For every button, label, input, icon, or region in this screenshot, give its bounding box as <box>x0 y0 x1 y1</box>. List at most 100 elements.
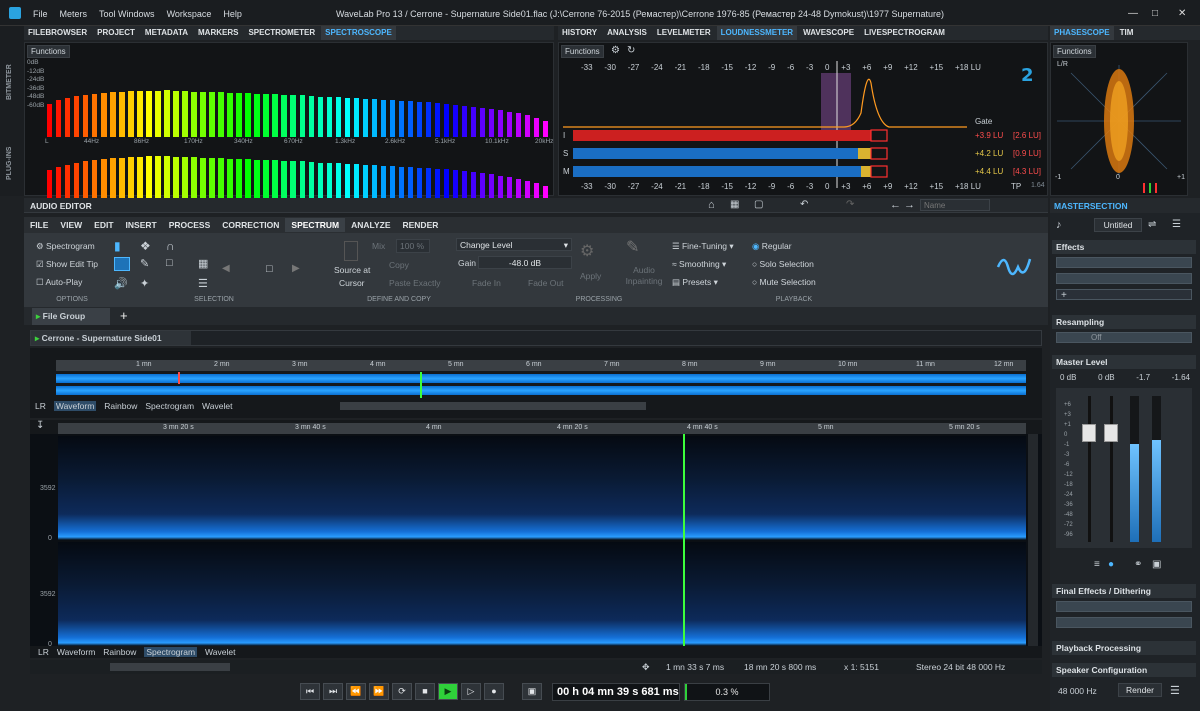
prev-icon[interactable]: ◀ <box>222 263 230 274</box>
file-tab[interactable]: ▸ Cerrone - Supernature Side01 <box>31 331 191 345</box>
redo-icon[interactable]: ↷ <box>846 199 854 210</box>
rainbow-mode[interactable]: Rainbow <box>103 647 136 657</box>
effect-slot-1[interactable] <box>1056 257 1192 268</box>
menu-workspace[interactable]: Workspace <box>167 9 212 19</box>
ribbon-tab-spectrum[interactable]: SPECTRUM <box>285 218 346 232</box>
next-icon[interactable]: ▶ <box>292 263 300 274</box>
close-icon[interactable]: ✕ <box>1178 8 1186 19</box>
go-to-start-button[interactable]: ⏮ <box>300 683 320 700</box>
presets-button[interactable]: ▤ Presets ▾ <box>672 277 718 288</box>
master-level-header[interactable]: Master Level <box>1052 355 1196 369</box>
fine-tuning-button[interactable]: ☰ Fine-Tuning ▾ <box>672 241 734 252</box>
link-icon[interactable]: ≡ <box>1094 559 1100 570</box>
cursor-label[interactable]: Cursor <box>339 278 365 288</box>
resampling-header[interactable]: Resampling <box>1052 315 1196 329</box>
audio-format[interactable]: Stereo 24 bit 48 000 Hz <box>916 662 1005 672</box>
forward-arrow-icon[interactable]: → <box>904 199 915 211</box>
plugins-tab[interactable]: PLUG-INS <box>6 110 18 180</box>
spectrogram-mode[interactable]: Spectrogram <box>144 647 198 657</box>
effect-slot-2[interactable] <box>1056 273 1192 284</box>
gain-field[interactable]: -48.0 dB <box>478 256 572 269</box>
final-effects-header[interactable]: Final Effects / Dithering <box>1052 584 1196 598</box>
menu-file[interactable]: File <box>33 9 48 19</box>
lr-toggle[interactable]: LR <box>35 401 46 411</box>
render-options-icon[interactable]: ☰ <box>1170 684 1180 697</box>
tab-levelmeter[interactable]: LEVELMETER <box>653 26 715 40</box>
render-button[interactable]: Render <box>1118 683 1162 697</box>
monitor-button[interactable]: ▣ <box>522 683 542 700</box>
menu-icon[interactable]: ☰ <box>1172 219 1181 230</box>
cursor-tool-icon[interactable]: ↧ <box>36 420 44 431</box>
apply-button[interactable]: Apply <box>580 271 601 281</box>
paste-exactly-button[interactable]: Paste Exactly <box>389 278 441 288</box>
effects-header[interactable]: Effects <box>1052 240 1196 254</box>
tab-markers[interactable]: MARKERS <box>194 26 242 40</box>
process-dropdown[interactable]: Change Level ▾ <box>456 238 572 251</box>
tab-project[interactable]: PROJECT <box>93 26 139 40</box>
maximize-icon[interactable]: □ <box>1152 8 1158 19</box>
playback-processing-header[interactable]: Playback Processing <box>1052 641 1196 655</box>
tab-spectrometer[interactable]: SPECTROMETER <box>244 26 319 40</box>
dither-icon[interactable]: ● <box>1108 559 1114 570</box>
lr-toggle[interactable]: LR <box>38 647 49 657</box>
menu-tool-windows[interactable]: Tool Windows <box>99 9 155 19</box>
overview-scrollbar[interactable] <box>340 402 646 410</box>
play-alt-button[interactable]: ▷ <box>461 683 481 700</box>
fade-in-button[interactable]: Fade In <box>472 278 501 288</box>
source-at-label[interactable]: Source at <box>334 265 370 275</box>
sample-rate[interactable]: 48 000 Hz <box>1058 686 1097 696</box>
ribbon-tab-insert[interactable]: INSERT <box>120 218 163 232</box>
fader-handle-right[interactable] <box>1104 424 1118 442</box>
solo-selection-radio[interactable]: ○ Solo Selection <box>752 259 814 269</box>
wand-icon[interactable]: ✦ <box>140 277 149 290</box>
speaker-config-header[interactable]: Speaker Configuration <box>1052 663 1196 677</box>
frame-icon[interactable]: □ <box>166 257 173 269</box>
tab-analysis[interactable]: ANALYSIS <box>603 26 651 40</box>
back-arrow-icon[interactable]: ← <box>890 199 901 211</box>
final-effect-slot-2[interactable] <box>1056 617 1192 628</box>
spectrogram-mode[interactable]: Spectrogram <box>145 401 194 411</box>
rewind-button[interactable]: ⏪ <box>346 683 366 700</box>
preset-field[interactable]: Untitled <box>1094 218 1142 232</box>
show-edit-tip-checkbox[interactable]: ☑ Show Edit Tip <box>36 259 98 270</box>
tab-time[interactable]: TIM <box>1116 26 1138 40</box>
ribbon-tab-process[interactable]: PROCESS <box>163 218 217 232</box>
speaker-icon[interactable]: 🔊 <box>114 277 128 290</box>
lasso-icon[interactable]: ❖ <box>140 239 151 253</box>
functions-button[interactable]: Functions <box>1053 45 1096 58</box>
mic-icon[interactable]: ♪ <box>1056 219 1062 231</box>
fade-out-button[interactable]: Fade Out <box>528 278 563 288</box>
regular-radio[interactable]: ◉ Regular <box>752 241 792 252</box>
waveform-mode[interactable]: Waveform <box>57 647 95 657</box>
wavelet-mode[interactable]: Wavelet <box>202 401 232 411</box>
time-display[interactable]: 00 h 04 mn 39 s 681 ms <box>552 683 680 701</box>
final-effect-slot-1[interactable] <box>1056 601 1192 612</box>
zoom-ratio[interactable]: x 1: 5151 <box>844 662 879 672</box>
master-title[interactable]: MASTERSECTION <box>1054 201 1128 211</box>
ribbon-tab-correction[interactable]: CORRECTION <box>216 218 285 232</box>
chain-icon[interactable]: ⚭ <box>1134 559 1142 570</box>
selection-start[interactable]: 1 mn 33 s 7 ms <box>666 662 724 672</box>
smoothing-button[interactable]: ≈ Smoothing ▾ <box>672 259 726 270</box>
source-cursor-icon[interactable] <box>344 241 358 261</box>
tab-livespectrogram[interactable]: LIVESPECTROGRAM <box>860 26 949 40</box>
tab-metadata[interactable]: METADATA <box>141 26 192 40</box>
add-tab-icon[interactable]: + <box>120 308 128 323</box>
tab-wavescope[interactable]: WAVESCOPE <box>799 26 858 40</box>
fader-handle-left[interactable] <box>1082 424 1096 442</box>
tab-history[interactable]: HISTORY <box>558 26 601 40</box>
spectrogram-view[interactable]: 3592 0 3592 0 <box>30 434 1042 648</box>
selection-length[interactable]: 18 mn 20 s 800 ms <box>744 662 816 672</box>
freq-select-icon[interactable]: ☰ <box>198 277 208 290</box>
grid-select-icon[interactable]: ▦ <box>198 257 208 270</box>
square-icon[interactable]: □ <box>266 263 273 275</box>
tab-filebrowser[interactable]: FILEBROWSER <box>24 26 91 40</box>
stop-button[interactable]: ■ <box>415 683 435 700</box>
lock-icon[interactable]: ▣ <box>1152 559 1161 570</box>
file-group-tab[interactable]: ▸ File Group <box>32 308 110 325</box>
auto-play-checkbox[interactable]: ☐ Auto-Play <box>36 277 82 288</box>
loop-button[interactable]: ⟳ <box>392 683 412 700</box>
go-to-end-button[interactable]: ⏭ <box>323 683 343 700</box>
vertical-scrollbar[interactable] <box>1028 434 1038 646</box>
ribbon-tab-view[interactable]: VIEW <box>54 218 88 232</box>
